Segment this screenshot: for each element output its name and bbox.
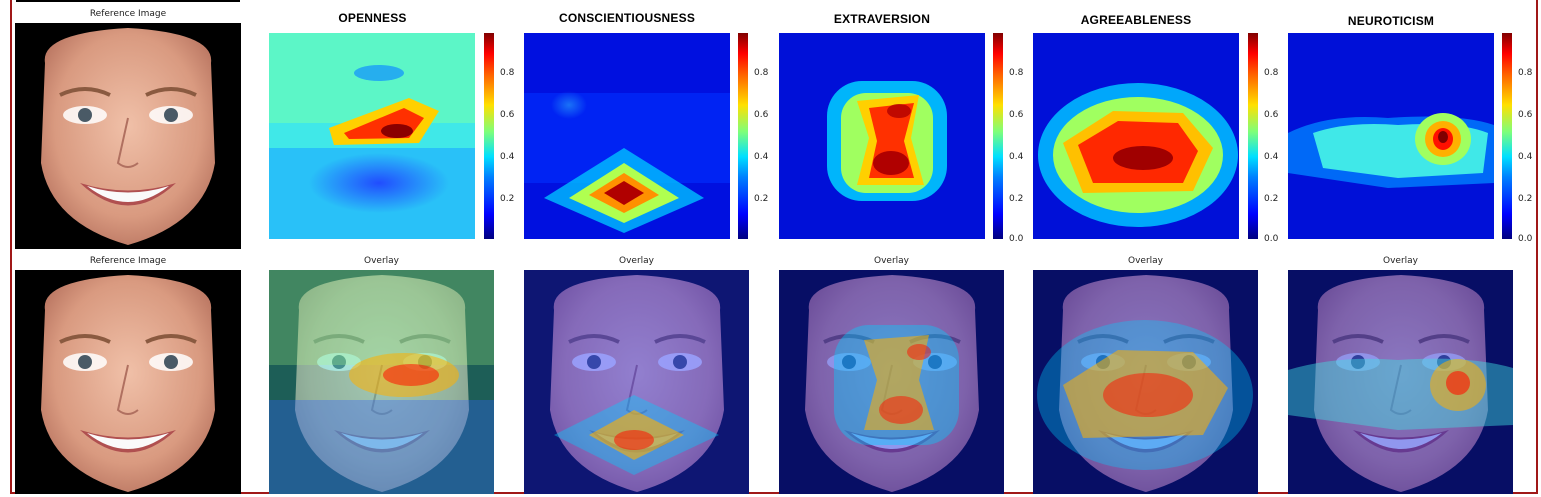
- tick-label: 0.6: [754, 110, 769, 120]
- tick-label: 0.0: [1009, 234, 1024, 244]
- tick-label: 0.8: [500, 68, 515, 78]
- colorbar-agreeableness: [1248, 33, 1258, 239]
- tick-label: 0.6: [1264, 110, 1279, 120]
- tick-label: 0.8: [1264, 68, 1279, 78]
- top-rule: [16, 0, 240, 2]
- tick-label: 0.4: [1264, 152, 1279, 162]
- tick-label: 0.0: [1518, 234, 1533, 244]
- tick-label: 0.2: [754, 194, 769, 204]
- reference-label-bottom: Reference Image: [89, 256, 167, 266]
- tick-label: 0.4: [1518, 152, 1533, 162]
- title-agreeableness: AGREEABLENESS: [1080, 13, 1192, 27]
- colorbar-conscientiousness: [738, 33, 748, 239]
- overlay-label-agreeableness: Overlay: [1128, 256, 1163, 266]
- title-neuroticism: NEUROTICISM: [1347, 14, 1435, 28]
- tick-label: 0.8: [754, 68, 769, 78]
- tick-label: 0.6: [500, 110, 515, 120]
- tick-label: 0.2: [1518, 194, 1533, 204]
- heatmap-extraversion: [779, 33, 985, 239]
- title-openness: OPENNESS: [338, 11, 407, 25]
- heatmap-openness: [269, 33, 475, 239]
- title-extraversion: EXTRAVERSION: [833, 12, 931, 26]
- tick-label: 0.4: [1009, 152, 1024, 162]
- reference-image-bottom: [15, 270, 241, 494]
- heatmap-agreeableness: [1033, 33, 1239, 239]
- tick-label: 0.2: [1009, 194, 1024, 204]
- overlay-openness: [269, 270, 494, 494]
- heatmap-neuroticism: [1288, 33, 1494, 239]
- tick-label: 0.6: [1009, 110, 1024, 120]
- tick-label: 0.0: [1264, 234, 1279, 244]
- overlay-label-neuroticism: Overlay: [1383, 256, 1418, 266]
- tick-label: 0.4: [500, 152, 515, 162]
- title-conscientiousness: CONSCIENTIOUSNESS: [558, 11, 696, 25]
- tick-label: 0.2: [500, 194, 515, 204]
- colorbar-neuroticism: [1502, 33, 1512, 239]
- overlay-neuroticism: [1288, 270, 1513, 494]
- tick-label: 0.8: [1009, 68, 1024, 78]
- colorbar-extraversion: [993, 33, 1003, 239]
- heatmap-conscientiousness: [524, 33, 730, 239]
- reference-image-top: [15, 23, 241, 249]
- overlay-extraversion: [779, 270, 1004, 494]
- tick-label: 0.6: [1518, 110, 1533, 120]
- overlay-label-openness: Overlay: [364, 256, 399, 266]
- tick-label: 0.8: [1518, 68, 1533, 78]
- overlay-label-conscientiousness: Overlay: [619, 256, 654, 266]
- overlay-conscientiousness: [524, 270, 749, 494]
- overlay-label-extraversion: Overlay: [874, 256, 909, 266]
- colorbar-openness: [484, 33, 494, 239]
- tick-label: 0.4: [754, 152, 769, 162]
- overlay-agreeableness: [1033, 270, 1258, 494]
- reference-label-top: Reference Image: [89, 9, 167, 19]
- tick-label: 0.2: [1264, 194, 1279, 204]
